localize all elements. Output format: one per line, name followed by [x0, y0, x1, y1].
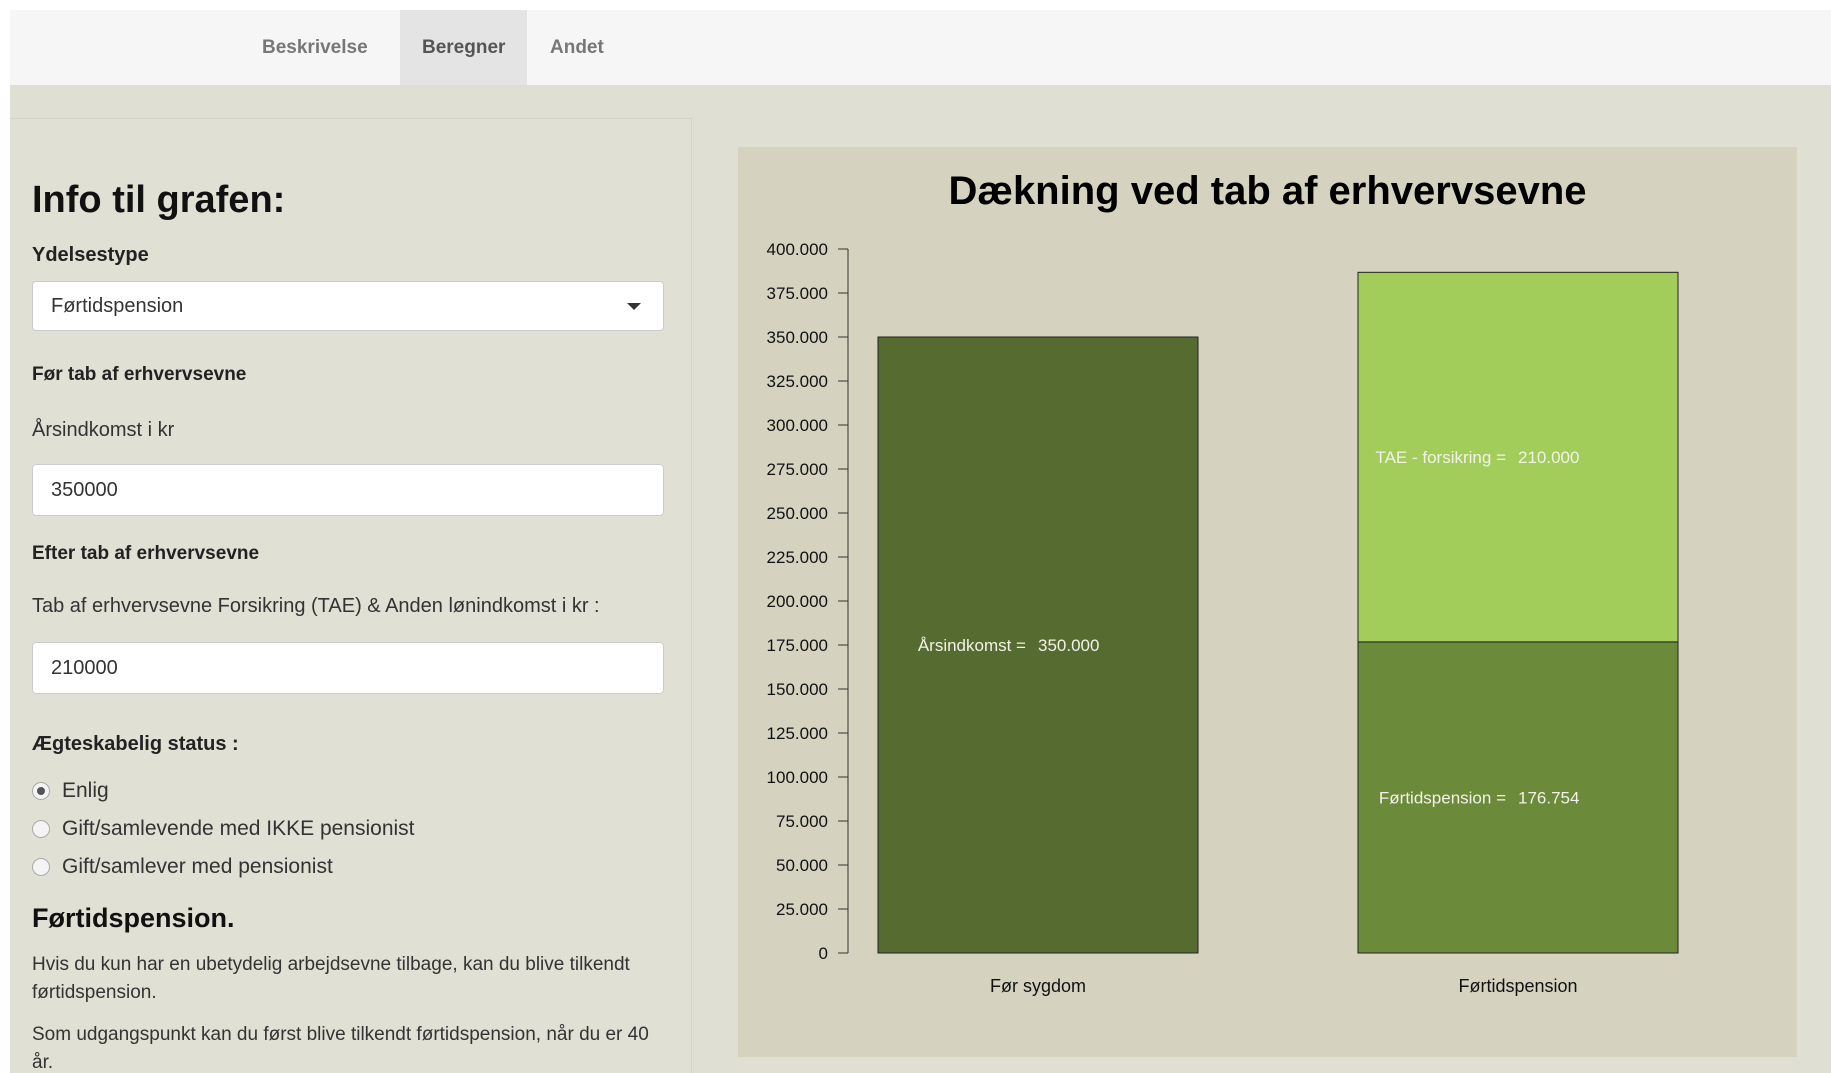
sidebar-heading: Info til grafen: — [32, 179, 286, 221]
info-heading: Førtidspension. — [32, 903, 235, 933]
income-label: Årsindkomst i kr — [32, 419, 175, 441]
top-navbar: Beskrivelse Beregner Andet — [10, 10, 1831, 85]
y-tick-label: 150.000 — [767, 680, 828, 699]
app-frame: Beskrivelse Beregner Andet Info til graf… — [10, 10, 1831, 1073]
tab-andet[interactable]: Andet — [528, 10, 626, 85]
ydelse-label: Ydelsestype — [32, 244, 149, 266]
tae-label: Tab af erhvervsevne Forsikring (TAE) & A… — [32, 595, 600, 617]
y-tick-label: 175.000 — [767, 636, 828, 655]
bar-segment-label: Årsindkomst = — [918, 636, 1026, 655]
sidebar-panel: Info til grafen: Ydelsestype Førtidspens… — [10, 118, 692, 1073]
x-category-label: Førtidspension — [1458, 976, 1577, 996]
y-tick-label: 25.000 — [776, 900, 828, 919]
y-tick-label: 375.000 — [767, 284, 828, 303]
after-heading: Efter tab af erhvervsevne — [32, 543, 260, 564]
tab-beskrivelse[interactable]: Beskrivelse — [240, 10, 390, 85]
chart-panel: Dækning ved tab af erhvervsevne 0 25.000 5… — [738, 147, 1797, 1057]
income-input[interactable]: 350000 — [32, 464, 664, 516]
radio-button[interactable] — [32, 820, 50, 838]
tae-input[interactable]: 210000 — [32, 642, 664, 694]
ydelse-select[interactable]: Førtidspension — [32, 281, 664, 331]
radio-label: Gift/samlevende med IKKE pensionist — [62, 817, 415, 840]
tab-beregner[interactable]: Beregner — [400, 10, 528, 85]
bar-value-label: 210.000 — [1518, 448, 1579, 467]
y-tick-label: 350.000 — [767, 328, 828, 347]
radio-label: Gift/samlever med pensionist — [62, 855, 333, 878]
bar-value-label: 350.000 — [1038, 636, 1099, 655]
y-tick-label: 100.000 — [767, 768, 828, 787]
before-heading: Før tab af erhvervsevne — [32, 364, 247, 385]
y-tick-label: 75.000 — [776, 812, 828, 831]
y-tick-label: 250.000 — [767, 504, 828, 523]
info-paragraph-1: Hvis du kun har en ubetydelig arbejdsevn… — [32, 954, 630, 1003]
info-paragraph-2: Som udgangspunkt kan du først blive tilk… — [32, 1024, 649, 1073]
chart-svg: 0 25.000 50.000 75.000 100.000 125.000 150.000… — [767, 240, 1679, 996]
radio-button[interactable] — [32, 858, 50, 876]
y-tick-label: 275.000 — [767, 460, 828, 479]
ydelse-select-value: Førtidspension — [51, 295, 184, 317]
y-tick-label: 225.000 — [767, 548, 828, 567]
bar-segment-label: TAE - forsikring = — [1375, 448, 1506, 467]
y-tick-label: 125.000 — [767, 724, 828, 743]
x-category-label: Før sygdom — [990, 976, 1086, 996]
bar-segment-label: Førtidspension = — [1379, 788, 1506, 807]
y-tick-label: 325.000 — [767, 372, 828, 391]
bar-value-label: 176.754 — [1518, 788, 1579, 807]
marital-label: Ægteskabelig status : — [32, 733, 239, 755]
chevron-down-icon — [627, 303, 641, 310]
y-tick-label: 50.000 — [776, 856, 828, 875]
y-tick-label: 300.000 — [767, 416, 828, 435]
radio-button[interactable] — [32, 782, 50, 800]
y-tick-label: 400.000 — [767, 240, 828, 259]
y-tick-label: 200.000 — [767, 592, 828, 611]
y-tick-label: 0 — [819, 944, 828, 963]
radio-label: Enlig — [62, 779, 109, 802]
